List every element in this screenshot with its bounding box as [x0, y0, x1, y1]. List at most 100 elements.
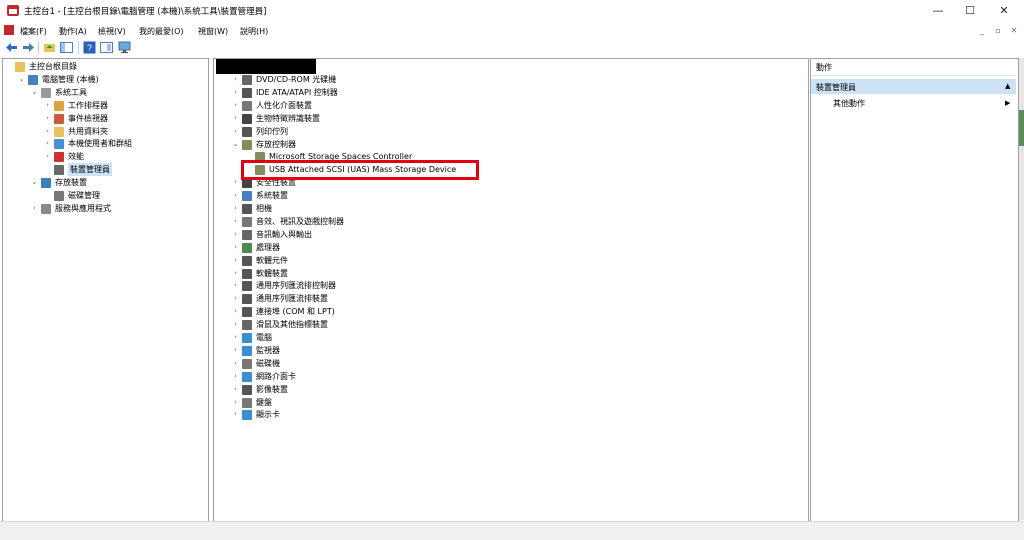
menu-favorites[interactable]: 我的最愛(O) — [139, 26, 184, 37]
expand-chevron-icon[interactable]: › — [231, 73, 240, 86]
device-tree-item-row[interactable]: › 連接埠 (COM 和 LPT) — [231, 305, 611, 318]
expand-chevron-icon[interactable]: › — [231, 176, 240, 189]
expand-chevron-icon[interactable]: › — [231, 254, 240, 267]
expand-chevron-icon[interactable]: › — [231, 396, 240, 409]
device-tree-item-row[interactable]: › 人性化介面裝置 — [231, 99, 611, 112]
expand-chevron-icon[interactable]: › — [231, 279, 240, 292]
actions-pane[interactable] — [810, 58, 1019, 522]
device-tree-item-label: 系統裝置 — [256, 191, 288, 201]
expand-chevron-icon[interactable]: › — [231, 318, 240, 331]
help-icon[interactable]: ? — [83, 41, 96, 54]
collapse-chevron-icon[interactable]: ⌄ — [231, 138, 240, 151]
device-tree-item-row[interactable]: › 軟體裝置 — [231, 267, 611, 280]
expand-chevron-icon[interactable]: › — [231, 331, 240, 344]
expand-chevron-icon[interactable]: › — [231, 370, 240, 383]
expand-chevron-icon[interactable]: › — [43, 137, 52, 150]
device-tree-item-row[interactable]: › 相機 — [231, 202, 611, 215]
storage-controller-icon — [242, 139, 252, 150]
actions-section-device-manager[interactable]: 裝置管理員 ▲ — [811, 79, 1016, 94]
console-tree-item-label: 電腦管理 (本機) — [42, 74, 99, 84]
more-actions-item[interactable]: 其他動作 ▶ — [833, 97, 1013, 110]
collapse-chevron-icon[interactable]: ⌄ — [17, 73, 26, 86]
console-tree-item-label: 事件檢視器 — [68, 113, 108, 123]
device-tree-item-row[interactable]: › 滑鼠及其他指標裝置 — [231, 318, 611, 331]
console-tree-item-row[interactable]: 主控台根目錄 — [4, 60, 384, 73]
device-tree-item-row[interactable]: › 通用序列匯流排裝置 — [231, 292, 611, 305]
expand-chevron-icon[interactable]: › — [231, 408, 240, 421]
device-tree-item-row[interactable]: › 列印佇列 — [231, 125, 611, 138]
expand-chevron-icon[interactable]: › — [231, 112, 240, 125]
properties-icon[interactable] — [100, 41, 113, 54]
device-tree-item-row[interactable]: › 網路介面卡 — [231, 370, 611, 383]
expand-chevron-icon[interactable]: › — [231, 228, 240, 241]
menu-file[interactable]: 檔案(F) — [20, 26, 47, 37]
device-tree-item-row[interactable]: › 系統裝置 — [231, 189, 611, 202]
device-tree-item-row[interactable]: › 軟體元件 — [231, 254, 611, 267]
expand-chevron-icon[interactable]: › — [231, 383, 240, 396]
expand-chevron-icon[interactable]: › — [30, 202, 39, 215]
expand-chevron-icon[interactable]: › — [231, 125, 240, 138]
monitor-icon[interactable] — [118, 41, 131, 54]
mmc-app-icon[interactable] — [7, 5, 19, 16]
device-tree-item-label: 存放控制器 — [256, 139, 296, 149]
software-device-icon — [242, 268, 252, 279]
mdi-minimize-button[interactable]: _ — [976, 25, 988, 37]
expand-chevron-icon[interactable]: › — [43, 112, 52, 125]
console-tree-item-label: 本機使用者和群組 — [68, 139, 132, 149]
device-tree-item-label: IDE ATA/ATAPI 控制器 — [256, 87, 338, 97]
device-tree-item-row[interactable]: › 音訊輸入與輸出 — [231, 228, 611, 241]
expand-chevron-icon[interactable]: › — [231, 215, 240, 228]
collapse-chevron-icon[interactable]: ⌄ — [30, 86, 39, 99]
expand-chevron-icon[interactable]: › — [43, 99, 52, 112]
maximize-button[interactable]: ☐ — [952, 0, 988, 22]
minimize-button[interactable]: — — [920, 0, 956, 22]
expand-chevron-icon[interactable]: › — [231, 241, 240, 254]
expand-chevron-icon[interactable]: › — [231, 202, 240, 215]
mdi-window-icon[interactable] — [4, 25, 14, 35]
expand-chevron-icon[interactable]: › — [231, 99, 240, 112]
expand-chevron-icon[interactable]: › — [231, 267, 240, 280]
menu-action[interactable]: 動作(A) — [59, 26, 87, 37]
expand-chevron-icon[interactable]: › — [231, 357, 240, 370]
mdi-restore-button[interactable]: ▫ — [992, 25, 1004, 37]
expand-chevron-icon[interactable]: › — [231, 86, 240, 99]
collapse-arrow-icon[interactable]: ▲ — [1005, 82, 1010, 90]
window-edge-mark — [1019, 110, 1024, 146]
keyboard-icon — [242, 397, 252, 408]
device-tree-item-row[interactable]: ⌄ 存放控制器 — [231, 138, 611, 151]
up-folder-icon[interactable] — [43, 41, 56, 54]
device-tree-item-row[interactable]: › 磁碟機 — [231, 357, 611, 370]
system-device-icon — [242, 191, 252, 202]
device-tree-item-label: 電腦 — [256, 333, 272, 342]
show-hide-tree-icon[interactable] — [60, 41, 73, 54]
close-button[interactable]: ✕ — [986, 0, 1022, 22]
collapse-chevron-icon[interactable]: ⌄ — [30, 176, 39, 189]
device-tree-item-row[interactable]: › 顯示卡 — [231, 408, 611, 421]
menu-window[interactable]: 視窗(W) — [198, 26, 228, 37]
expand-chevron-icon[interactable]: › — [231, 344, 240, 357]
device-tree-item-row[interactable]: › 音效、視訊及遊戲控制器 — [231, 215, 611, 228]
mdi-close-button[interactable]: ✕ — [1008, 25, 1020, 37]
expand-chevron-icon[interactable]: › — [231, 189, 240, 202]
device-tree-item-row[interactable]: › 生物特徵辨識裝置 — [231, 112, 611, 125]
expand-chevron-icon[interactable]: › — [43, 150, 52, 163]
device-tree-item-row[interactable]: › 電腦 — [231, 331, 611, 344]
forward-arrow-icon[interactable] — [22, 41, 35, 54]
menu-view[interactable]: 檢視(V) — [98, 26, 126, 37]
device-tree-item-row[interactable]: › IDE ATA/ATAPI 控制器 — [231, 86, 611, 99]
menu-help[interactable]: 說明(H) — [240, 26, 268, 37]
device-tree-item-row[interactable]: › DVD/CD-ROM 光碟機 — [231, 73, 611, 86]
device-tree-item-row[interactable]: › 影像裝置 — [231, 383, 611, 396]
device-tree-item-label: 顯示卡 — [256, 410, 280, 420]
computer-management-icon — [28, 74, 38, 85]
expand-chevron-icon[interactable]: › — [231, 305, 240, 318]
expand-chevron-icon[interactable]: › — [43, 125, 52, 138]
device-tree-item-row[interactable]: › 處理器 — [231, 241, 611, 254]
expand-chevron-icon[interactable]: › — [231, 292, 240, 305]
device-tree-item-label: 鍵盤 — [256, 397, 272, 407]
device-tree-item-row[interactable]: › 通用序列匯流排控制器 — [231, 279, 611, 292]
device-tree-item-label: 列印佇列 — [256, 126, 288, 136]
device-tree-item-row[interactable]: › 鍵盤 — [231, 396, 611, 409]
back-arrow-icon[interactable] — [5, 41, 18, 54]
device-tree-item-row[interactable]: › 監視器 — [231, 344, 611, 357]
